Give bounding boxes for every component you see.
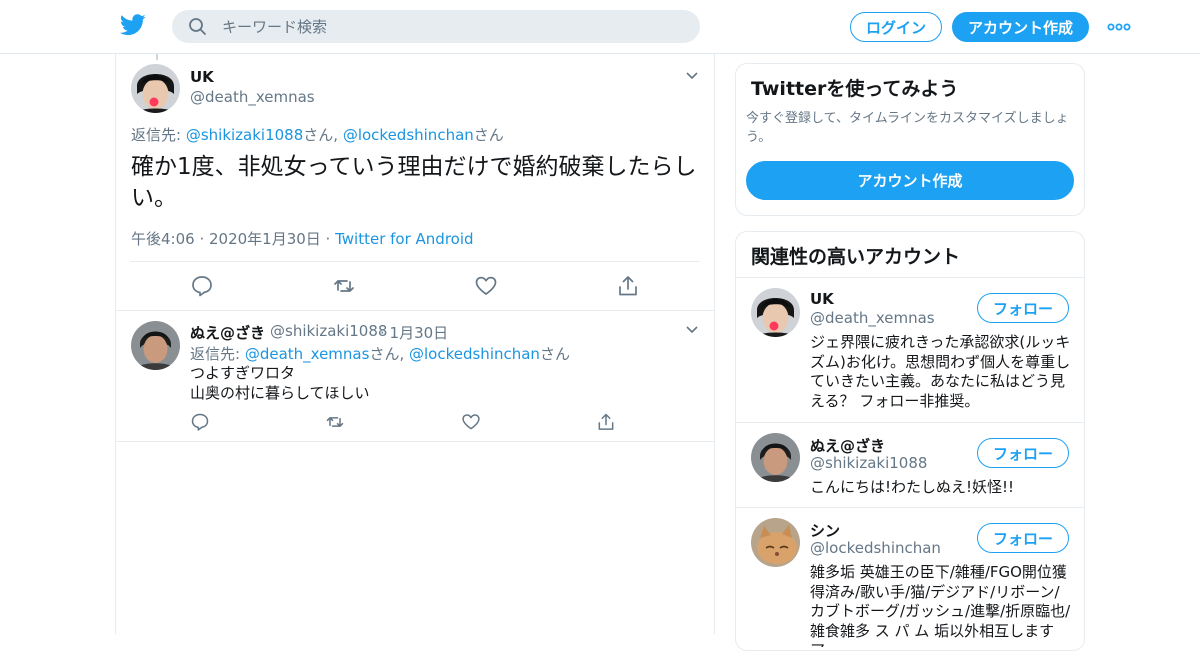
share-icon[interactable] xyxy=(596,412,616,432)
avatar[interactable] xyxy=(751,288,800,337)
account-name[interactable]: ぬえ@ざき xyxy=(810,435,885,456)
related-accounts-title: 関連性の高いアカウント xyxy=(751,246,961,268)
tweet-text: つよすぎワロタ 山奥の村に暮らしてほしい xyxy=(190,363,370,403)
like-heart-icon[interactable] xyxy=(461,412,481,432)
related-account[interactable]: シン @lockedshinchan フォロー 雑多垢 英雄王の臣下/雑種/FG… xyxy=(736,507,1084,647)
search-box[interactable] xyxy=(172,10,700,43)
reply-suffix: さん xyxy=(369,345,400,363)
follow-button[interactable]: フォロー xyxy=(977,293,1069,323)
account-handle[interactable]: @shikizaki1088 xyxy=(810,454,927,472)
author-name[interactable]: UK xyxy=(190,68,214,86)
related-accounts-card: 関連性の高いアカウント UK @death_xemnas フォロー ジェ界隈に疲… xyxy=(735,231,1085,651)
related-account[interactable]: ぬえ@ざき @shikizaki1088 フォロー こんにちは!わたしぬえ!妖怪… xyxy=(736,422,1084,507)
reply-user-link[interactable]: @death_xemnas xyxy=(245,345,370,363)
avatar-image xyxy=(751,288,800,337)
avatar[interactable] xyxy=(751,433,800,482)
signup-card: Twitterを使ってみよう 今すぐ登録して、タイムラインをカスタマイズしましょ… xyxy=(735,63,1085,216)
reply-prefix: 返信先: xyxy=(190,345,245,363)
signup-card-button[interactable]: アカウント作成 xyxy=(746,161,1074,200)
reply-prefix: 返信先: xyxy=(131,126,186,144)
author-handle[interactable]: @death_xemnas xyxy=(190,88,315,106)
twitter-bird-icon[interactable] xyxy=(120,14,146,36)
avatar-image xyxy=(751,433,800,482)
avatar-image xyxy=(751,518,800,567)
tweet-text: 確か1度、非処女っていう理由だけで婚約破棄したらしい。 xyxy=(131,154,697,211)
chevron-down-icon[interactable] xyxy=(685,325,699,335)
like-heart-icon[interactable] xyxy=(474,274,498,298)
author-name[interactable]: ぬえ@ざき xyxy=(190,322,265,343)
more-dots-icon[interactable] xyxy=(1106,18,1132,36)
tweet-meta: 午後4:06 · 2020年1月30日 · Twitter for Androi… xyxy=(131,228,474,249)
reply-to-line: 返信先: @shikizaki1088さん, @lockedshinchanさん xyxy=(131,124,504,145)
reply-suffix: さん xyxy=(303,126,334,144)
reply-user-link[interactable]: @shikizaki1088 xyxy=(186,126,303,144)
reply-icon[interactable] xyxy=(190,412,210,432)
account-handle[interactable]: @death_xemnas xyxy=(810,309,935,327)
tweet-text-line: 山奥の村に暮らしてほしい xyxy=(190,384,370,402)
reply-user-link[interactable]: @lockedshinchan xyxy=(343,126,474,144)
follow-button[interactable]: フォロー xyxy=(977,438,1069,468)
account-name[interactable]: UK xyxy=(810,290,834,308)
login-button[interactable]: ログイン xyxy=(850,12,942,42)
reply-suffix: さん xyxy=(473,126,504,144)
reply-suffix: さん xyxy=(539,345,570,363)
search-input[interactable] xyxy=(222,10,682,43)
search-icon xyxy=(189,18,206,35)
reply-icon[interactable] xyxy=(190,274,214,298)
signup-button[interactable]: アカウント作成 xyxy=(952,12,1089,42)
retweet-icon[interactable] xyxy=(332,274,356,298)
tweet-text-line: つよすぎワロタ xyxy=(190,364,296,382)
avatar[interactable] xyxy=(131,321,180,370)
avatar[interactable] xyxy=(751,518,800,567)
account-bio: ジェ界隈に疲れきった承認欲求(ルッキズム)お化け。思想問わず個人を尊重していきた… xyxy=(810,333,1071,410)
tweet-timeline: UK @death_xemnas 返信先: @shikizaki1088さん, … xyxy=(115,54,715,634)
avatar[interactable] xyxy=(131,64,180,113)
avatar-image xyxy=(131,321,180,370)
signup-card-description: 今すぐ登録して、タイムラインをカスタマイズしましょう。 xyxy=(746,111,1069,145)
divider xyxy=(130,261,700,262)
reply-tweet: ぬえ@ざき @shikizaki1088 · 1月30日 返信先: @death… xyxy=(116,311,714,442)
signup-card-title: Twitterを使ってみよう xyxy=(751,78,959,100)
chevron-down-icon[interactable] xyxy=(685,71,699,81)
reply-user-link[interactable]: @lockedshinchan xyxy=(409,345,540,363)
reply-separator: , xyxy=(333,126,343,144)
account-bio: こんにちは!わたしぬえ!妖怪!! xyxy=(810,478,1015,496)
main-tweet: UK @death_xemnas 返信先: @shikizaki1088さん, … xyxy=(116,54,714,311)
retweet-icon[interactable] xyxy=(325,412,345,432)
tweet-source-link[interactable]: Twitter for Android xyxy=(335,230,473,248)
account-handle[interactable]: @lockedshinchan xyxy=(810,539,941,557)
account-bio: 雑多垢 英雄王の臣下/雑種/FGO開位獲得済み/歌い手/猫/デジアド/リボーン/… xyxy=(810,563,1071,647)
share-icon[interactable] xyxy=(616,274,640,298)
tweet-timestamp[interactable]: 午後4:06 · 2020年1月30日 · xyxy=(131,230,335,248)
reply-separator: , xyxy=(399,345,409,363)
top-navigation-bar: ログイン アカウント作成 xyxy=(0,0,1200,54)
reply-to-line: 返信先: @death_xemnasさん, @lockedshinchanさん xyxy=(190,343,570,364)
avatar-image xyxy=(131,64,180,113)
follow-button[interactable]: フォロー xyxy=(977,523,1069,553)
related-account[interactable]: UK @death_xemnas フォロー ジェ界隈に疲れきった承認欲求(ルッキ… xyxy=(736,277,1084,422)
tweet-date[interactable]: · 1月30日 xyxy=(380,322,448,343)
account-name[interactable]: シン xyxy=(810,520,840,541)
author-handle[interactable]: @shikizaki1088 xyxy=(270,322,387,340)
